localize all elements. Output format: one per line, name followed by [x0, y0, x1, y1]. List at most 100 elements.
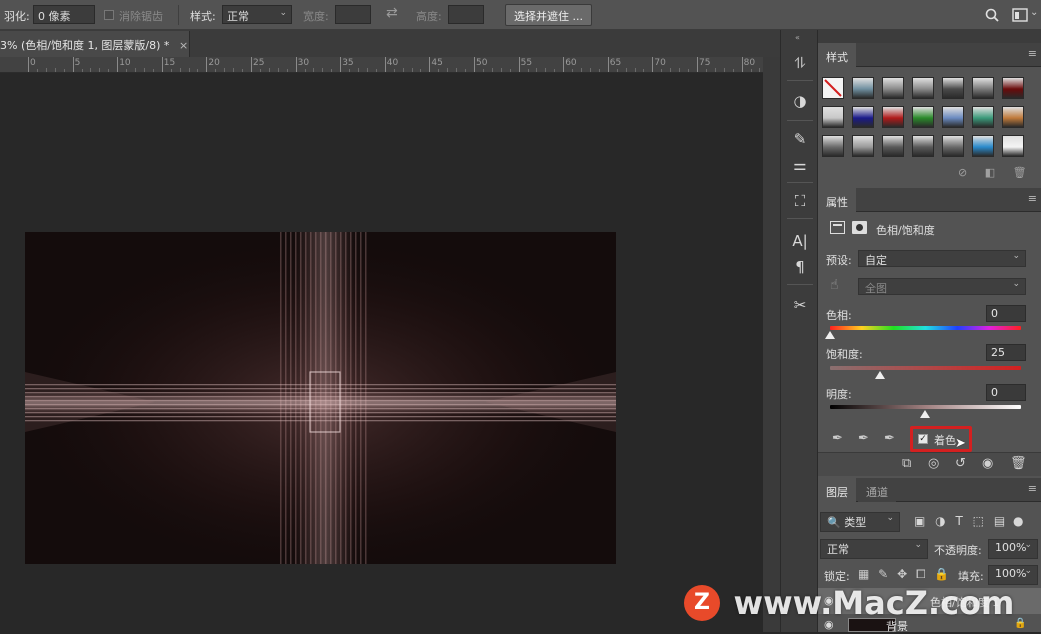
document-tab[interactable]: 3% (色相/饱和度 1, 图层蒙版/8) * ×	[0, 31, 190, 57]
view-previous-icon[interactable]: ◎	[928, 456, 939, 471]
hue-input[interactable]: 0	[986, 305, 1026, 322]
clone-stamp-icon[interactable]: ⛶	[789, 190, 811, 212]
style-swatch[interactable]	[972, 77, 994, 99]
lock-all-icon[interactable]: 🔒	[934, 567, 949, 581]
ruler-minor-tick	[759, 68, 761, 72]
sliders-icon[interactable]: ⚌	[789, 154, 811, 176]
style-swatch[interactable]	[882, 106, 904, 128]
delete-style-icon[interactable]: 🗑	[1013, 166, 1027, 179]
style-swatch[interactable]	[912, 135, 934, 157]
filter-type-icon[interactable]: T	[955, 514, 962, 528]
filter-pixel-icon[interactable]: ▣	[914, 514, 925, 528]
style-swatch[interactable]	[882, 77, 904, 99]
history-icon[interactable]: ⥮	[789, 52, 811, 74]
colorize-checkbox[interactable]: ✓	[918, 434, 928, 444]
saturation-slider-thumb[interactable]	[875, 371, 886, 379]
lock-paint-icon[interactable]: ✎	[878, 567, 888, 581]
filter-adjust-icon[interactable]: ◑	[935, 514, 945, 528]
hand-adjust-icon[interactable]: ☝	[830, 277, 839, 293]
filter-smart-icon[interactable]: ▤	[994, 514, 1005, 528]
feather-input[interactable]: 0 像素	[33, 5, 95, 24]
panel-menu-icon[interactable]: ≡	[1028, 482, 1037, 495]
panel-menu-icon[interactable]: ≡	[1028, 192, 1037, 205]
workspace-icon[interactable]	[1012, 8, 1028, 22]
style-swatch[interactable]	[852, 77, 874, 99]
reset-icon[interactable]: ↺	[955, 456, 966, 471]
preset-select[interactable]: 自定 ⌄	[858, 250, 1026, 267]
paragraph-icon[interactable]: ¶	[789, 256, 811, 278]
character-icon[interactable]: A|	[789, 230, 811, 252]
lock-artboard-icon[interactable]: ⧠	[916, 567, 926, 581]
hue-label: 色相:	[826, 309, 852, 322]
style-swatch[interactable]	[942, 135, 964, 157]
lock-transparent-icon[interactable]: ▦	[858, 567, 869, 581]
eyedropper-icon[interactable]: ✒	[832, 431, 843, 446]
new-style-icon[interactable]: ◧	[985, 166, 995, 179]
style-swatch[interactable]	[882, 135, 904, 157]
hue-slider-thumb[interactable]	[825, 331, 835, 339]
clear-style-icon[interactable]: ⊘	[958, 166, 967, 179]
visibility-icon[interactable]: ◉	[982, 456, 993, 471]
filter-toggle-icon[interactable]: ●	[1013, 514, 1023, 528]
tab-properties[interactable]: 属性	[818, 188, 856, 212]
lightness-slider-track[interactable]	[830, 405, 1021, 409]
mask-icon[interactable]	[852, 221, 867, 234]
vertical-scrollbar[interactable]	[763, 57, 780, 632]
filter-shape-icon[interactable]: ⬚	[973, 514, 984, 528]
ruler-minor-tick	[215, 69, 217, 72]
layer-filter-value: 类型	[844, 516, 867, 529]
antialias-checkbox[interactable]	[104, 10, 114, 20]
style-swatch[interactable]	[942, 106, 964, 128]
style-swatch[interactable]	[912, 106, 934, 128]
lock-move-icon[interactable]: ✥	[897, 567, 907, 581]
tab-channels[interactable]: 通道	[858, 478, 896, 502]
style-swatch[interactable]	[852, 106, 874, 128]
brush-icon[interactable]: ✎	[789, 128, 811, 150]
antialias-label: 消除锯齿	[119, 10, 163, 23]
ruler-tick	[117, 57, 119, 72]
document-image[interactable]	[25, 232, 616, 564]
workspace-chevron-icon[interactable]: ⌄	[1030, 7, 1038, 18]
style-swatch[interactable]	[1002, 135, 1024, 157]
swap-icon[interactable]: ⇄	[386, 5, 398, 21]
style-swatch[interactable]	[1002, 77, 1024, 99]
lightness-slider-thumb[interactable]	[920, 410, 930, 418]
style-swatch[interactable]	[912, 77, 934, 99]
channel-select[interactable]: 全图 ⌄	[858, 278, 1026, 295]
select-and-mask-button[interactable]: 选择并遮住 ...	[505, 4, 592, 26]
eyedropper-minus-icon[interactable]: ✒	[884, 431, 895, 446]
saturation-slider-track[interactable]	[830, 366, 1021, 370]
style-swatch[interactable]	[972, 106, 994, 128]
ruler-minor-tick	[268, 68, 270, 72]
chevron-down-icon: ⌄	[886, 513, 894, 523]
layer-filter-select[interactable]: 🔍 类型 ⌄	[820, 512, 900, 532]
panel-menu-icon[interactable]: ≡	[1028, 47, 1037, 60]
tab-styles[interactable]: 样式	[818, 43, 856, 67]
saturation-input[interactable]: 25	[986, 344, 1026, 361]
width-label: 宽度:	[303, 10, 329, 23]
tab-layers[interactable]: 图层	[818, 478, 856, 502]
style-swatch[interactable]	[822, 77, 844, 99]
style-swatch[interactable]	[1002, 106, 1024, 128]
adjustments-icon[interactable]: ◑	[789, 90, 811, 112]
tools-icon[interactable]: ✂	[789, 294, 811, 316]
opacity-input[interactable]: 100% ⌄	[988, 539, 1038, 559]
style-swatch[interactable]	[822, 135, 844, 157]
style-select[interactable]: 正常 ⌄	[222, 5, 292, 24]
collapse-icon[interactable]: «	[795, 33, 800, 42]
eyedropper-plus-icon[interactable]: ✒	[858, 431, 869, 446]
style-swatch[interactable]	[852, 135, 874, 157]
blend-mode-select[interactable]: 正常 ⌄	[820, 539, 928, 559]
search-icon[interactable]	[985, 8, 999, 22]
style-swatch[interactable]	[822, 106, 844, 128]
lightness-input[interactable]: 0	[986, 384, 1026, 401]
clip-to-layer-icon[interactable]: ⧉	[902, 456, 911, 471]
style-swatch[interactable]	[972, 135, 994, 157]
close-icon[interactable]: ×	[179, 39, 188, 52]
fill-input[interactable]: 100% ⌄	[988, 565, 1038, 585]
hue-slider-track[interactable]	[830, 326, 1021, 330]
style-swatch[interactable]	[942, 77, 964, 99]
trash-icon[interactable]: 🗑	[1010, 456, 1027, 471]
width-input[interactable]	[335, 5, 371, 24]
height-input[interactable]	[448, 5, 484, 24]
